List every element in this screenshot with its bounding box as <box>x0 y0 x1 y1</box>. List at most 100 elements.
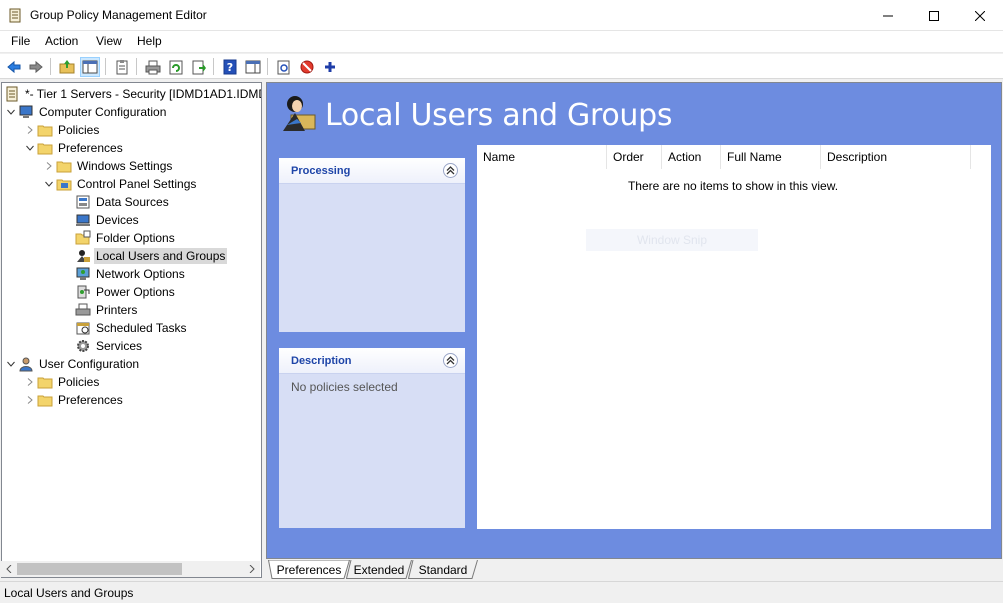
tab-extended[interactable]: Extended <box>346 560 412 579</box>
tree-label: Windows Settings <box>77 159 173 173</box>
chevron-down-icon[interactable] <box>23 139 37 157</box>
tree-item-scheduled-tasks[interactable]: Scheduled Tasks <box>75 319 189 337</box>
menu-action[interactable]: Action <box>45 34 78 48</box>
show-hide-action-pane-button[interactable] <box>243 57 263 77</box>
devices-icon <box>75 212 91 228</box>
folder-icon <box>37 140 53 156</box>
export-list-button[interactable] <box>189 57 209 77</box>
folder-icon <box>37 374 53 390</box>
tree-item-devices[interactable]: Devices <box>75 211 141 229</box>
show-hide-tree-button[interactable] <box>80 57 100 77</box>
processing-panel-header[interactable]: Processing <box>279 158 465 184</box>
tree-item-windows-settings[interactable]: Windows Settings <box>42 157 174 175</box>
column-header-name[interactable]: Name <box>477 145 607 169</box>
tree-item-user-preferences[interactable]: Preferences <box>23 391 125 409</box>
maximize-icon <box>929 10 939 21</box>
user-icon <box>18 356 34 372</box>
export-list-icon <box>192 60 206 75</box>
menu-view[interactable]: View <box>96 34 122 48</box>
properties-button[interactable] <box>112 57 132 77</box>
add-icon <box>325 62 335 72</box>
column-header-description[interactable]: Description <box>821 145 971 169</box>
tree-label: Computer Configuration <box>39 105 167 119</box>
back-button[interactable] <box>4 57 24 77</box>
toolbar-separator <box>267 58 268 75</box>
folder-icon <box>56 158 72 174</box>
chevron-right-icon[interactable] <box>23 121 37 139</box>
toolbar-separator <box>50 58 51 75</box>
folder-icon <box>37 392 53 408</box>
tab-standard[interactable]: Standard <box>408 560 478 579</box>
tree-item-gpo-root[interactable]: *- Tier 1 Servers - Security [IDMD1AD1.I… <box>4 85 261 103</box>
description-text: No policies selected <box>291 380 398 394</box>
tree-item-computer-configuration[interactable]: Computer Configuration <box>4 103 168 121</box>
tree-item-policies[interactable]: Policies <box>23 121 101 139</box>
scroll-right-arrow-icon[interactable] <box>244 561 260 577</box>
tree-item-services[interactable]: Services <box>75 337 144 355</box>
tree-label: Policies <box>58 123 100 137</box>
stop-button[interactable] <box>297 57 317 77</box>
power-options-icon <box>75 284 91 300</box>
tree-item-user-configuration[interactable]: User Configuration <box>4 355 141 373</box>
tree-label: Network Options <box>96 267 185 281</box>
tree-horizontal-scrollbar[interactable] <box>1 561 260 577</box>
chevron-right-icon[interactable] <box>23 373 37 391</box>
folder-icon <box>37 122 53 138</box>
tree-item-folder-options[interactable]: Folder Options <box>75 229 177 247</box>
window-snip-ghost-label: Window Snip <box>586 229 758 251</box>
chevron-right-icon[interactable] <box>23 391 37 409</box>
tree-item-power-options[interactable]: Power Options <box>75 283 177 301</box>
close-button[interactable] <box>957 0 1003 31</box>
run-action-icon <box>277 60 290 75</box>
minimize-icon <box>883 15 893 16</box>
tab-preferences[interactable]: Preferences <box>268 560 350 579</box>
up-folder-button[interactable] <box>57 57 77 77</box>
column-header-action[interactable]: Action <box>662 145 721 169</box>
menu-file[interactable]: File <box>11 34 30 48</box>
maximize-button[interactable] <box>911 0 957 31</box>
print-button[interactable] <box>143 57 163 77</box>
tree-item-printers[interactable]: Printers <box>75 301 139 319</box>
show-hide-action-pane-icon <box>245 60 261 74</box>
chevron-down-icon[interactable] <box>42 175 56 193</box>
title-bar: Group Policy Management Editor <box>0 0 1003 31</box>
items-list-view[interactable]: Name Order Action Full Name Description … <box>477 145 991 529</box>
minimize-button[interactable] <box>865 0 911 31</box>
tree-item-user-policies[interactable]: Policies <box>23 373 101 391</box>
tree-label: Services <box>96 339 143 353</box>
tree-item-control-panel-settings[interactable]: Control Panel Settings <box>42 175 198 193</box>
properties-icon <box>116 60 128 75</box>
run-action-button[interactable] <box>274 57 294 77</box>
policy-document-icon <box>4 86 20 102</box>
description-panel: Description No policies selected <box>279 348 465 528</box>
tree-label: Devices <box>96 213 139 227</box>
tree-label: Preferences <box>58 141 123 155</box>
scroll-left-arrow-icon[interactable] <box>1 561 17 577</box>
view-tabs: Preferences Extended Standard <box>266 560 1003 579</box>
chevron-down-icon[interactable] <box>4 355 18 373</box>
help-button[interactable]: ? <box>220 57 240 77</box>
column-header-order[interactable]: Order <box>607 145 662 169</box>
menu-help[interactable]: Help <box>137 34 162 48</box>
forward-button[interactable] <box>26 57 46 77</box>
chevron-double-up-icon[interactable] <box>443 353 458 368</box>
tree-label: Scheduled Tasks <box>96 321 187 335</box>
processing-panel: Processing <box>279 158 465 332</box>
scrollbar-thumb[interactable] <box>17 563 182 575</box>
refresh-button[interactable] <box>166 57 186 77</box>
console-tree[interactable]: *- Tier 1 Servers - Security [IDMD1AD1.I… <box>1 82 262 578</box>
stop-icon <box>300 60 314 74</box>
up-folder-icon <box>59 60 75 74</box>
forward-icon <box>29 60 43 74</box>
add-button[interactable] <box>320 57 340 77</box>
tree-item-preferences[interactable]: Preferences <box>23 139 125 157</box>
tree-item-local-users-and-groups[interactable]: Local Users and Groups <box>75 247 228 265</box>
description-panel-header[interactable]: Description <box>279 348 465 374</box>
tree-item-network-options[interactable]: Network Options <box>75 265 187 283</box>
tree-item-data-sources[interactable]: Data Sources <box>75 193 171 211</box>
gpo-editor-app-icon <box>9 8 21 23</box>
chevron-down-icon[interactable] <box>4 103 18 121</box>
chevron-right-icon[interactable] <box>42 157 56 175</box>
chevron-double-up-icon[interactable] <box>443 163 458 178</box>
column-header-full-name[interactable]: Full Name <box>721 145 821 169</box>
